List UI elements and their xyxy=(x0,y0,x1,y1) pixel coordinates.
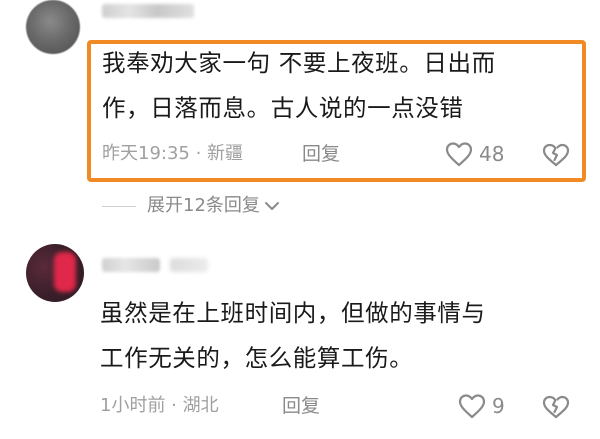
comment-meta: 昨天19:35 · 新疆 xyxy=(102,143,244,164)
chevron-down-icon xyxy=(264,202,279,210)
username-blurred[interactable] xyxy=(102,4,194,18)
comment-thread: 我奉劝大家一句 不要上夜班。日出而 作，日落而息。古人说的一点没错 昨天19:3… xyxy=(0,0,600,439)
comment-text-line: 虽然是在上班时间内，但做的事情与 xyxy=(100,299,486,327)
reply-button[interactable]: 回复 xyxy=(302,142,340,166)
like-count: 48 xyxy=(479,142,505,166)
reply-button[interactable]: 回复 xyxy=(282,394,320,418)
avatar-image xyxy=(54,252,76,292)
comment-meta: 1小时前 · 湖北 xyxy=(100,395,219,416)
dislike-button[interactable] xyxy=(542,143,570,167)
comment-text-line: 我奉劝大家一句 不要上夜班。日出而 xyxy=(102,49,496,77)
expand-replies-button[interactable]: 展开12条回复 xyxy=(147,194,280,218)
comment-text-line: 作，日落而息。古人说的一点没错 xyxy=(102,94,464,122)
heart-outline-icon xyxy=(458,394,486,419)
username-blurred[interactable] xyxy=(102,258,160,272)
like-button[interactable]: 48 xyxy=(445,141,504,167)
comment-text-line: 工作无关的，怎么能算工伤。 xyxy=(100,344,414,372)
heart-outline-icon xyxy=(445,142,473,167)
username-badge-blurred xyxy=(170,258,208,272)
like-button[interactable]: 9 xyxy=(458,393,505,419)
avatar[interactable] xyxy=(26,244,84,302)
like-count: 9 xyxy=(492,394,505,418)
broken-heart-icon xyxy=(542,395,570,419)
broken-heart-icon xyxy=(542,143,570,167)
expand-replies-label: 展开12条回复 xyxy=(147,195,260,216)
dislike-button[interactable] xyxy=(542,395,570,419)
avatar[interactable] xyxy=(26,0,80,54)
divider-line xyxy=(102,206,136,207)
